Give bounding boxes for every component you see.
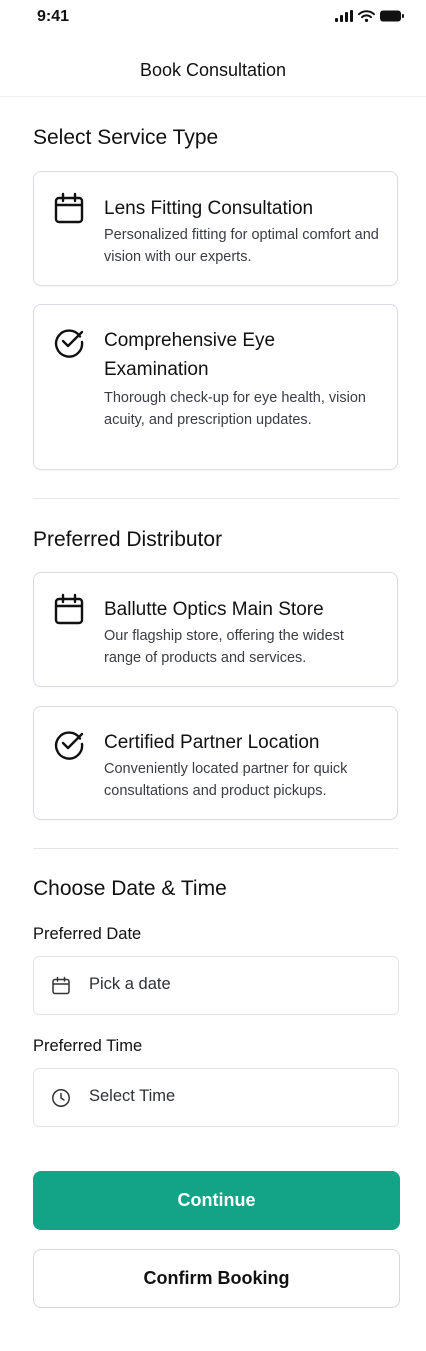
section-divider <box>33 848 399 849</box>
option-title: Lens Fitting Consultation <box>104 198 314 219</box>
service-option-lens-fitting[interactable]: Lens Fitting Consultation Personalized f… <box>33 171 398 286</box>
date-label: Preferred Date <box>33 925 142 943</box>
status-icons <box>335 10 404 22</box>
service-section-title: Select Service Type <box>33 126 219 149</box>
calendar-icon <box>54 192 84 224</box>
check-circle-icon <box>54 731 84 760</box>
clock-icon <box>52 1089 70 1107</box>
page-title: Book Consultation <box>139 60 287 80</box>
distributor-option-partner[interactable]: Certified Partner Location Conveniently … <box>33 706 398 820</box>
distributor-option-main-store[interactable]: Ballutte Optics Main Store Our flagship … <box>33 572 398 687</box>
section-divider <box>33 498 399 499</box>
option-title: Comprehensive Eye Examination <box>104 330 276 380</box>
option-description: Our flagship store, offering the widest … <box>104 628 344 666</box>
confirm-booking-button[interactable]: Confirm Booking <box>33 1249 400 1308</box>
app-header: Book Consultation <box>0 36 426 97</box>
option-title: Ballutte Optics Main Store <box>104 599 324 620</box>
date-picker-field[interactable]: Pick a date <box>33 956 399 1015</box>
check-circle-icon <box>54 329 84 358</box>
wifi-icon <box>358 10 375 22</box>
option-title: Certified Partner Location <box>104 732 320 753</box>
status-time: 9:41 <box>37 8 70 25</box>
distributor-section-title: Preferred Distributor <box>33 528 223 551</box>
battery-icon <box>380 10 404 22</box>
status-bar: 9:41 <box>0 0 426 36</box>
continue-button[interactable]: Continue <box>33 1171 400 1230</box>
option-description: Conveniently located partner for quick c… <box>104 761 348 799</box>
datetime-section-title: Choose Date & Time <box>33 877 227 900</box>
calendar-icon <box>52 976 70 995</box>
time-label: Preferred Time <box>33 1037 143 1055</box>
calendar-icon <box>54 593 84 625</box>
time-placeholder: Select Time <box>89 1087 176 1105</box>
option-description: Thorough check-up for eye health, vision… <box>104 390 366 428</box>
option-description: Personalized fitting for optimal comfort… <box>104 227 379 265</box>
time-picker-field[interactable]: Select Time <box>33 1068 399 1127</box>
service-option-eye-exam[interactable]: Comprehensive Eye Examination Thorough c… <box>33 304 398 470</box>
signal-icon <box>335 10 353 22</box>
date-placeholder: Pick a date <box>89 975 171 993</box>
